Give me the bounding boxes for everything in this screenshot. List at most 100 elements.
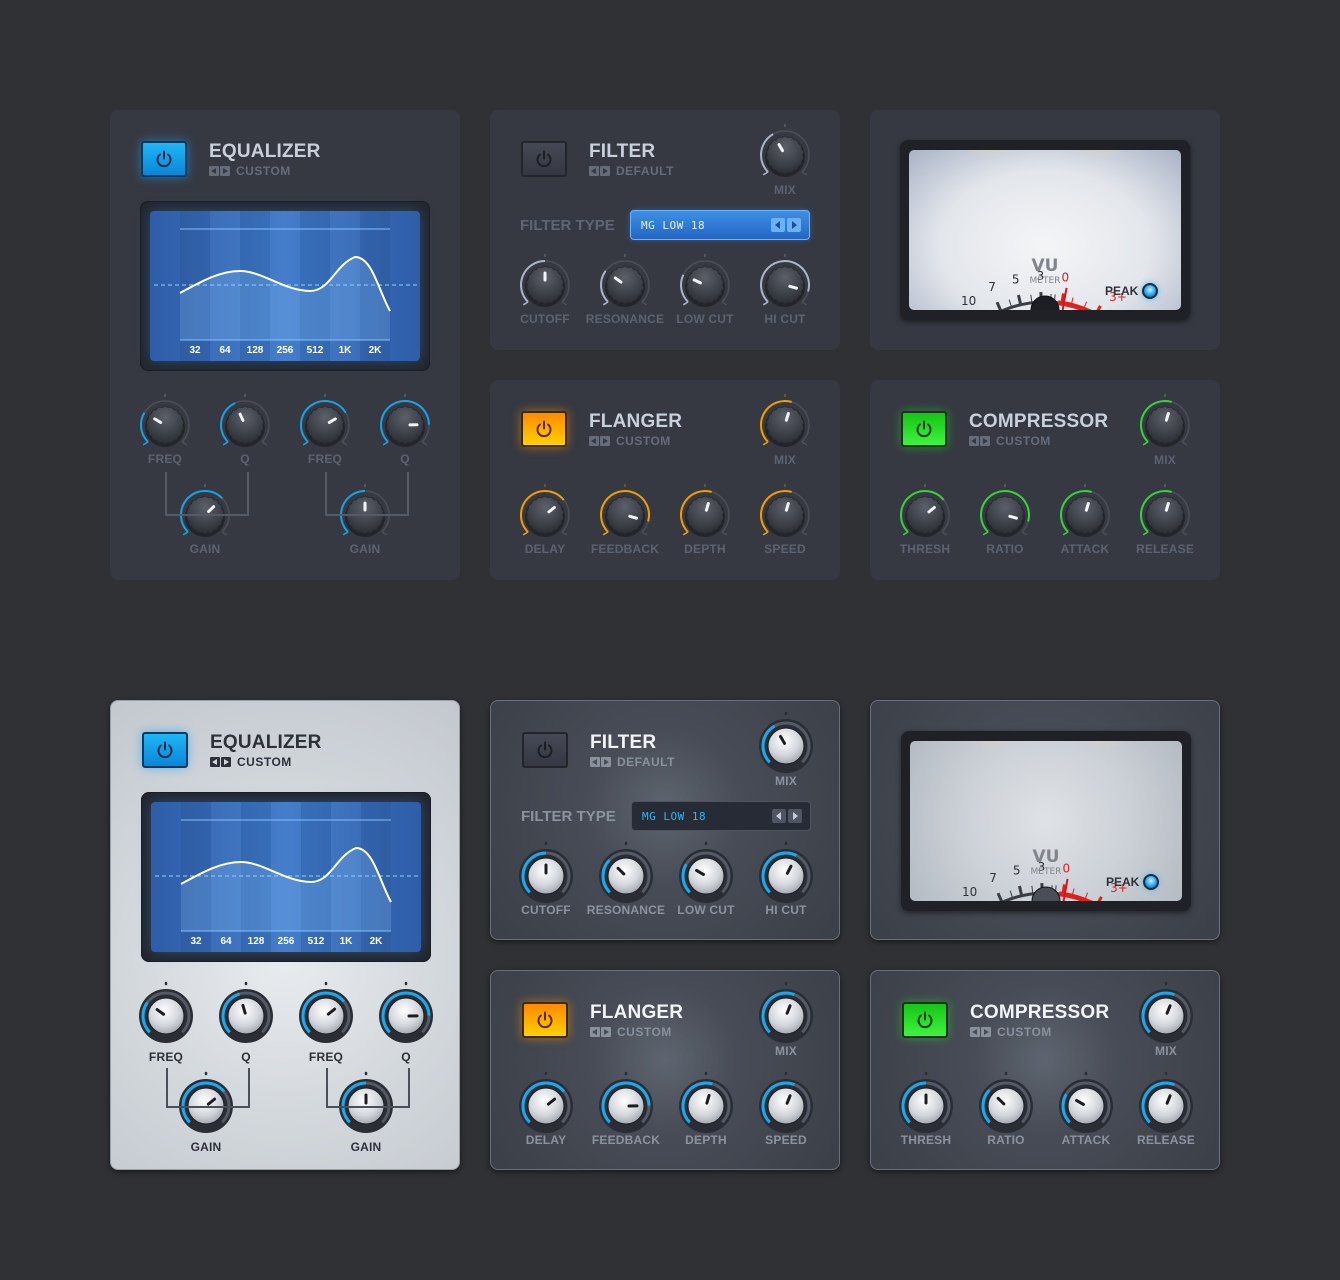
next-preset-icon[interactable] <box>220 166 230 176</box>
next-preset-icon[interactable] <box>601 1027 611 1037</box>
resonance-knob[interactable] <box>596 841 656 906</box>
attack-knob[interactable] <box>1055 484 1115 545</box>
depth-knob[interactable] <box>675 484 735 545</box>
gain-1-label: GAIN <box>190 1140 222 1154</box>
prev-preset-icon[interactable] <box>970 1027 980 1037</box>
compressor-power-button[interactable] <box>902 1002 948 1038</box>
hi-cut-knob[interactable] <box>756 841 816 906</box>
preset-arrows[interactable] <box>590 757 611 767</box>
mix-knob-graphic <box>1139 981 1193 1043</box>
resonance-knob[interactable] <box>595 254 655 315</box>
freq-2-knob-graphic <box>300 394 350 447</box>
eq-band-label: 64 <box>220 936 232 947</box>
prev-preset-icon[interactable] <box>589 166 599 176</box>
freq-2-knob-graphic <box>299 981 353 1043</box>
freq-1-knob[interactable] <box>135 394 195 455</box>
attack-label: ATTACK <box>1060 542 1110 556</box>
vu-scale-label: 5 <box>1013 863 1021 877</box>
prev-preset-icon[interactable] <box>209 166 219 176</box>
release-knob[interactable] <box>1136 1071 1196 1136</box>
next-preset-icon[interactable] <box>980 436 990 446</box>
filter-type-label: FILTER TYPE <box>520 217 615 234</box>
prev-preset-icon[interactable] <box>969 436 979 446</box>
speed-knob[interactable] <box>756 1071 816 1136</box>
preset-arrows[interactable] <box>210 757 231 767</box>
filter-type-next-button[interactable] <box>787 218 801 232</box>
attack-knob-graphic <box>1060 484 1110 537</box>
prev-preset-icon[interactable] <box>210 757 220 767</box>
mix-knob[interactable] <box>755 394 815 455</box>
filter-type-selector[interactable]: MG LOW 18 <box>630 210 810 240</box>
equalizer-power-button[interactable] <box>141 141 187 177</box>
filter-type-selector[interactable]: MG LOW 18 <box>631 801 811 831</box>
equalizer-title: EQUALIZER <box>210 732 322 753</box>
freq-2-knob[interactable] <box>295 394 355 455</box>
prev-preset-icon[interactable] <box>590 757 600 767</box>
filter-power-button[interactable] <box>521 141 567 177</box>
low-cut-label: LOW CUT <box>676 312 734 326</box>
thresh-label: THRESH <box>899 542 951 556</box>
filter-type-prev-button[interactable] <box>771 218 785 232</box>
thresh-label: THRESH <box>900 1133 952 1147</box>
ratio-knob[interactable] <box>975 484 1035 545</box>
feedback-knob-graphic <box>599 1071 653 1133</box>
thresh-knob[interactable] <box>895 484 955 545</box>
hi-cut-knob[interactable] <box>755 254 815 315</box>
release-knob[interactable] <box>1135 484 1195 545</box>
depth-knob-graphic <box>679 1071 733 1133</box>
gain-2-label: GAIN <box>349 542 381 556</box>
mix-knob[interactable] <box>756 981 816 1046</box>
next-preset-icon[interactable] <box>600 436 610 446</box>
next-preset-icon[interactable] <box>600 166 610 176</box>
flanger-power-button[interactable] <box>521 411 567 447</box>
mix-knob[interactable] <box>756 711 816 776</box>
compressor-panel: COMPRESSOR CUSTOM MIX THRESH RATIO ATTACK RE… <box>870 380 1220 580</box>
feedback-knob[interactable] <box>595 484 655 545</box>
depth-knob[interactable] <box>676 1071 736 1136</box>
flanger-power-button[interactable] <box>522 1002 568 1038</box>
q-2-knob[interactable] <box>376 981 436 1046</box>
q-2-knob[interactable] <box>375 394 435 455</box>
cutoff-knob[interactable] <box>516 841 576 906</box>
preset-arrows[interactable] <box>589 166 610 176</box>
q-1-knob[interactable] <box>216 981 276 1046</box>
q-1-knob[interactable] <box>215 394 275 455</box>
preset-arrows[interactable] <box>969 436 990 446</box>
prev-preset-icon[interactable] <box>589 436 599 446</box>
q-1-label: Q <box>240 452 250 466</box>
next-preset-icon[interactable] <box>601 757 611 767</box>
compressor-preset: CUSTOM <box>970 1025 1052 1039</box>
feedback-knob[interactable] <box>596 1071 656 1136</box>
mix-knob[interactable] <box>1136 981 1196 1046</box>
prev-preset-icon[interactable] <box>590 1027 600 1037</box>
low-cut-knob[interactable] <box>675 254 735 315</box>
preset-arrows[interactable] <box>209 166 230 176</box>
mix-knob[interactable] <box>1135 394 1195 455</box>
attack-knob[interactable] <box>1056 1071 1116 1136</box>
eq-band-label: 1K <box>339 345 353 356</box>
preset-arrows[interactable] <box>589 436 610 446</box>
filter-power-button[interactable] <box>522 732 568 768</box>
thresh-knob[interactable] <box>896 1071 956 1136</box>
hi-cut-knob-graphic <box>760 254 810 307</box>
freq-1-knob[interactable] <box>136 981 196 1046</box>
vu-scale-label: 5 <box>1012 272 1020 286</box>
delay-knob[interactable] <box>516 1071 576 1136</box>
next-preset-icon[interactable] <box>981 1027 991 1037</box>
low-cut-knob[interactable] <box>676 841 736 906</box>
mix-label: MIX <box>774 453 796 467</box>
filter-type-next-button[interactable] <box>788 809 802 823</box>
preset-arrows[interactable] <box>590 1027 611 1037</box>
filter-type-prev-button[interactable] <box>772 809 786 823</box>
equalizer-panel-metal: EQUALIZER CUSTOM 32 64 128 256 512 1K 2K FREQ Q… <box>110 700 460 1170</box>
delay-knob[interactable] <box>515 484 575 545</box>
mix-knob[interactable] <box>755 124 815 185</box>
speed-knob[interactable] <box>755 484 815 545</box>
next-preset-icon[interactable] <box>221 757 231 767</box>
freq-2-knob[interactable] <box>296 981 356 1046</box>
ratio-knob[interactable] <box>976 1071 1036 1136</box>
compressor-power-button[interactable] <box>901 411 947 447</box>
cutoff-knob[interactable] <box>515 254 575 315</box>
equalizer-power-button[interactable] <box>142 732 188 768</box>
preset-arrows[interactable] <box>970 1027 991 1037</box>
